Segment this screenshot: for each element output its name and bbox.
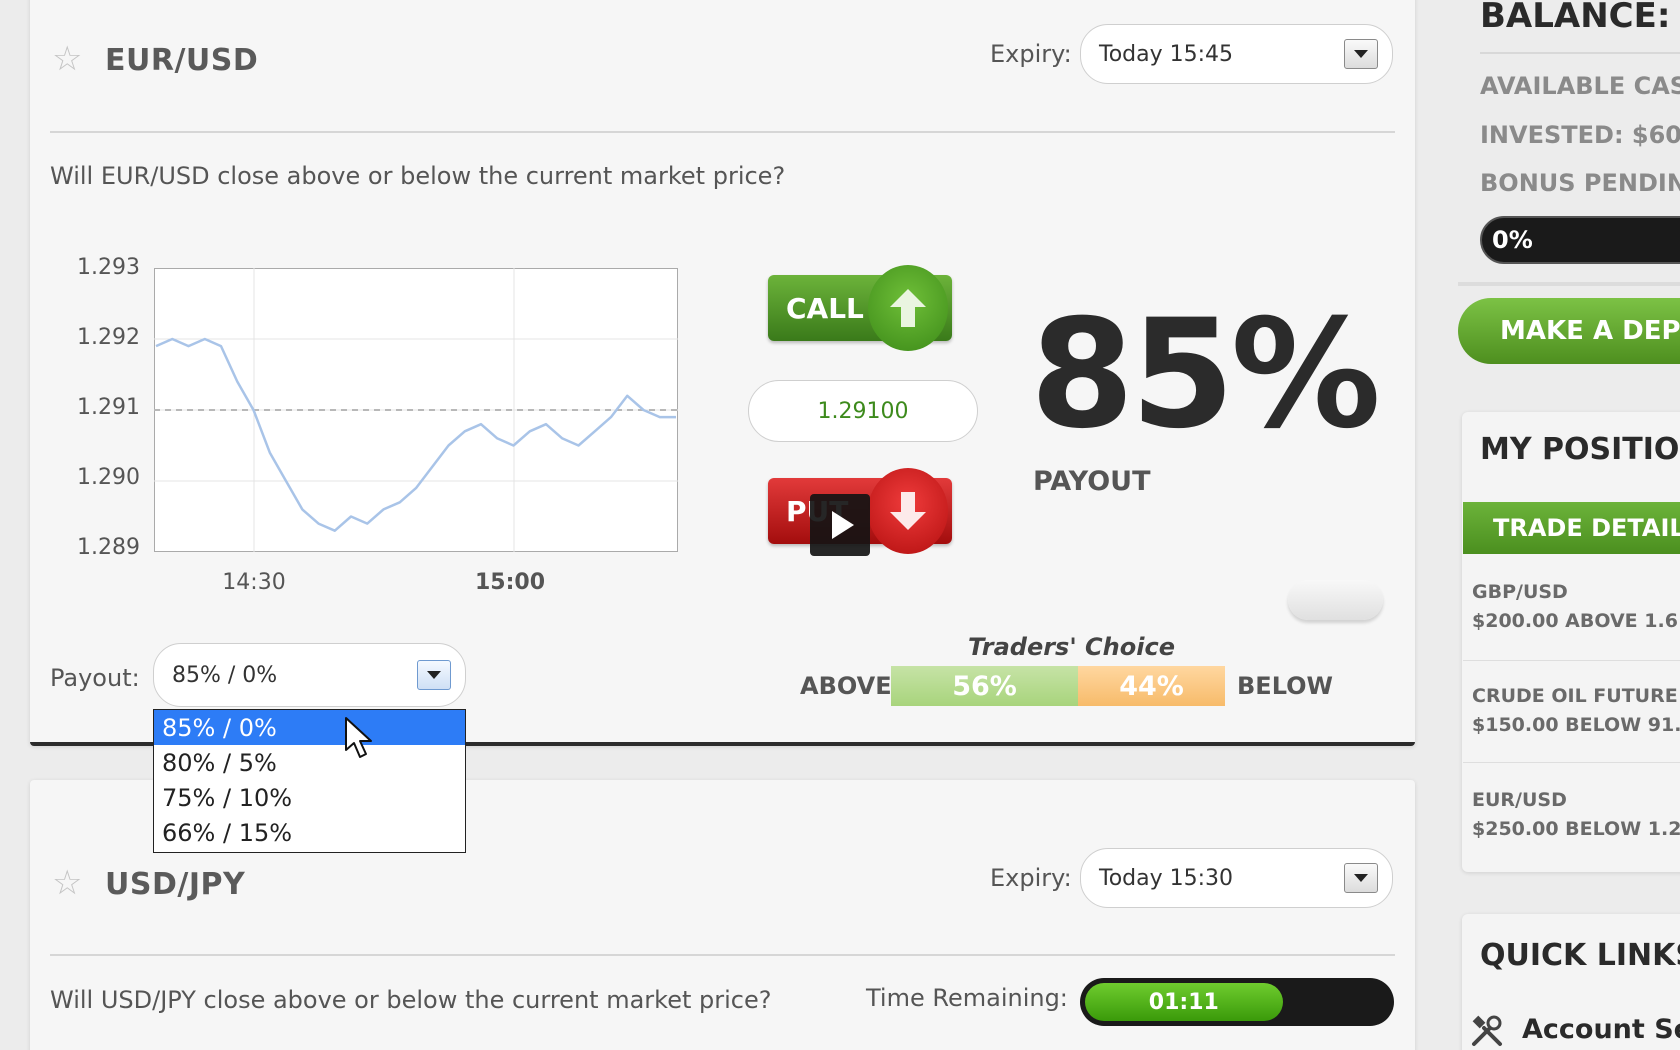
traders-choice-title: Traders' Choice: [968, 633, 1175, 661]
expiry-select[interactable]: Today 15:45: [1080, 24, 1393, 84]
arrow-down-icon: [868, 468, 948, 554]
video-play-icon[interactable]: [810, 494, 870, 556]
below-label: BELOW: [1237, 672, 1333, 700]
payout-dropdown-list: 85% / 0% 80% / 5% 75% / 10% 66% / 15%: [153, 709, 466, 853]
expiry-select[interactable]: Today 15:30: [1080, 848, 1393, 908]
position-item[interactable]: GBP/USD $200.00 ABOVE 1.619: [1472, 578, 1680, 637]
small-toggle-button[interactable]: [1288, 580, 1383, 620]
asset-title: EUR/USD: [105, 43, 259, 78]
payout-option[interactable]: 85% / 0%: [154, 710, 465, 745]
position-asset: GBP/USD: [1472, 581, 1568, 603]
bonus-progress-value: 0%: [1492, 226, 1533, 254]
y-tick-label: 1.290: [77, 465, 140, 490]
payout-option[interactable]: 66% / 15%: [154, 815, 465, 850]
trade-question: Will EUR/USD close above or below the cu…: [50, 162, 786, 190]
payout-option[interactable]: 75% / 10%: [154, 780, 465, 815]
current-price-display: 1.29100: [748, 380, 978, 442]
expiry-select-value: Today 15:45: [1099, 41, 1234, 67]
payout-select[interactable]: 85% / 0%: [153, 643, 466, 707]
make-deposit-button[interactable]: MAKE A DEPO: [1458, 298, 1680, 364]
payout-select-value: 85% / 0%: [172, 662, 278, 688]
call-button[interactable]: CALL: [768, 265, 952, 351]
chevron-down-icon[interactable]: [417, 660, 451, 690]
balance-heading: BALANCE: $: [1480, 0, 1680, 36]
account-settings-link[interactable]: Account Set: [1522, 1014, 1680, 1045]
above-percentage: 56%: [891, 666, 1079, 706]
position-detail: $250.00 BELOW 1.290: [1472, 818, 1680, 841]
divider: [50, 954, 1395, 956]
below-percentage: 44%: [1078, 666, 1225, 706]
payout-percentage: 85%: [1030, 288, 1381, 462]
quick-links-heading: QUICK LINKS: [1480, 938, 1680, 973]
x-tick-label: 15:00: [474, 570, 546, 595]
expiry-label: Expiry:: [990, 864, 1072, 892]
y-tick-label: 1.291: [77, 395, 140, 420]
call-button-label: CALL: [786, 291, 864, 325]
time-remaining-value: 01:11: [1085, 983, 1283, 1021]
available-cash: AVAILABLE CASH: [1480, 72, 1680, 100]
position-asset: CRUDE OIL FUTURE: [1472, 685, 1678, 707]
chevron-down-icon[interactable]: [1344, 863, 1378, 893]
expiry-select-value: Today 15:30: [1099, 865, 1234, 891]
expiry-label: Expiry:: [990, 40, 1072, 68]
divider: [1463, 660, 1680, 661]
position-item[interactable]: CRUDE OIL FUTURE $150.00 BELOW 91.74: [1472, 682, 1680, 741]
y-tick-label: 1.292: [77, 325, 140, 350]
my-positions-heading: MY POSITION: [1480, 432, 1680, 467]
trade-question: Will USD/JPY close above or below the cu…: [50, 986, 772, 1014]
bonus-pending: BONUS PENDING:: [1480, 169, 1680, 197]
payout-caption: PAYOUT: [1033, 466, 1151, 497]
position-asset: EUR/USD: [1472, 789, 1567, 811]
payout-label: Payout:: [50, 664, 140, 692]
traders-choice-bar: 56% 44%: [891, 666, 1225, 706]
mouse-cursor-icon: [345, 717, 372, 758]
time-remaining-label: Time Remaining:: [866, 984, 1068, 1012]
favorite-star-icon[interactable]: ☆: [52, 866, 82, 900]
tools-icon: [1470, 1014, 1504, 1048]
time-remaining-bar: 01:11: [1080, 978, 1394, 1026]
invested-amount: INVESTED: $600.0: [1480, 121, 1680, 149]
divider: [1463, 762, 1680, 763]
payout-option[interactable]: 80% / 5%: [154, 745, 465, 780]
position-detail: $150.00 BELOW 91.74: [1472, 714, 1680, 737]
x-tick-label: 14:30: [222, 570, 286, 595]
position-detail: $200.00 ABOVE 1.619: [1472, 610, 1680, 633]
bonus-progress-bar: 0%: [1480, 216, 1680, 264]
y-tick-label: 1.289: [77, 535, 140, 560]
above-label: ABOVE: [800, 672, 892, 700]
chevron-down-icon[interactable]: [1344, 39, 1378, 69]
divider: [50, 131, 1395, 133]
y-tick-label: 1.293: [77, 255, 140, 280]
chart-plot-area: [154, 268, 678, 552]
divider: [1480, 52, 1680, 54]
position-item[interactable]: EUR/USD $250.00 BELOW 1.290: [1472, 786, 1680, 845]
favorite-star-icon[interactable]: ☆: [52, 42, 82, 76]
divider: [1458, 282, 1680, 286]
arrow-up-icon: [868, 265, 948, 351]
trade-details-tab[interactable]: TRADE DETAILS: [1463, 502, 1680, 554]
asset-title: USD/JPY: [105, 867, 246, 902]
